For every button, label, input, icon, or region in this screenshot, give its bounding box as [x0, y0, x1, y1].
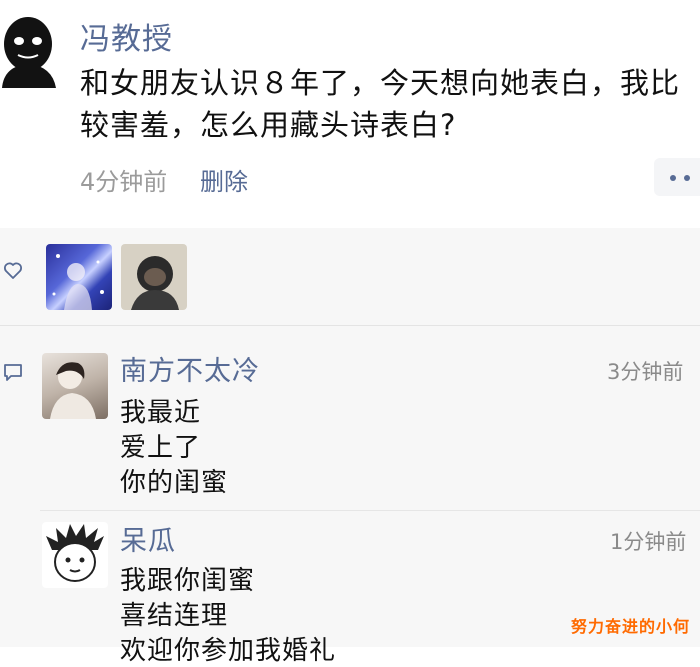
heart-icon: [4, 262, 22, 279]
comment-text-line: 我跟你闺蜜: [120, 566, 256, 596]
interaction-panel: 南方不太冷 3分钟前 我最近 爱上了 你的闺蜜 呆瓜 1分钟前 我跟你闺蜜 喜结…: [0, 228, 700, 666]
more-dots-icon: [670, 175, 676, 181]
moment-post: 冯教授 和女朋友认识８年了，今天想向她表白，我比较害羞，怎么用藏头诗表白? 4分…: [0, 0, 700, 230]
author-avatar[interactable]: [0, 8, 62, 88]
divider: [40, 510, 700, 511]
post-author-name[interactable]: 冯教授: [80, 14, 173, 58]
comment-text-line: 你的闺蜜: [120, 468, 229, 498]
comment-timestamp: 3分钟前: [607, 360, 684, 384]
comment-icon: [4, 364, 22, 381]
watermark: 努力奋进的小何: [570, 617, 690, 636]
comment-text-line: 我最近: [120, 398, 202, 428]
post-text: 和女朋友认识８年了，今天想向她表白，我比较害羞，怎么用藏头诗表白?: [80, 66, 681, 142]
commenter-avatar[interactable]: [42, 522, 108, 588]
liker-avatar[interactable]: [121, 244, 187, 310]
comment-text-line: 欢迎你参加我婚礼: [120, 636, 337, 666]
delete-link[interactable]: 删除: [200, 162, 248, 197]
comment-timestamp: 1分钟前: [610, 530, 687, 554]
liker-avatar[interactable]: [46, 244, 112, 310]
comment-text-line: 喜结连理: [120, 601, 229, 631]
comment-text-line: 爱上了: [120, 433, 202, 463]
post-timestamp: 4分钟前: [80, 168, 168, 196]
likes-row: [0, 228, 700, 324]
divider: [0, 325, 700, 326]
more-dot: [684, 175, 690, 181]
commenter-name[interactable]: 南方不太冷: [120, 349, 260, 388]
more-button[interactable]: [654, 158, 700, 196]
commenter-avatar[interactable]: [42, 353, 108, 419]
commenter-name[interactable]: 呆瓜: [120, 519, 176, 558]
